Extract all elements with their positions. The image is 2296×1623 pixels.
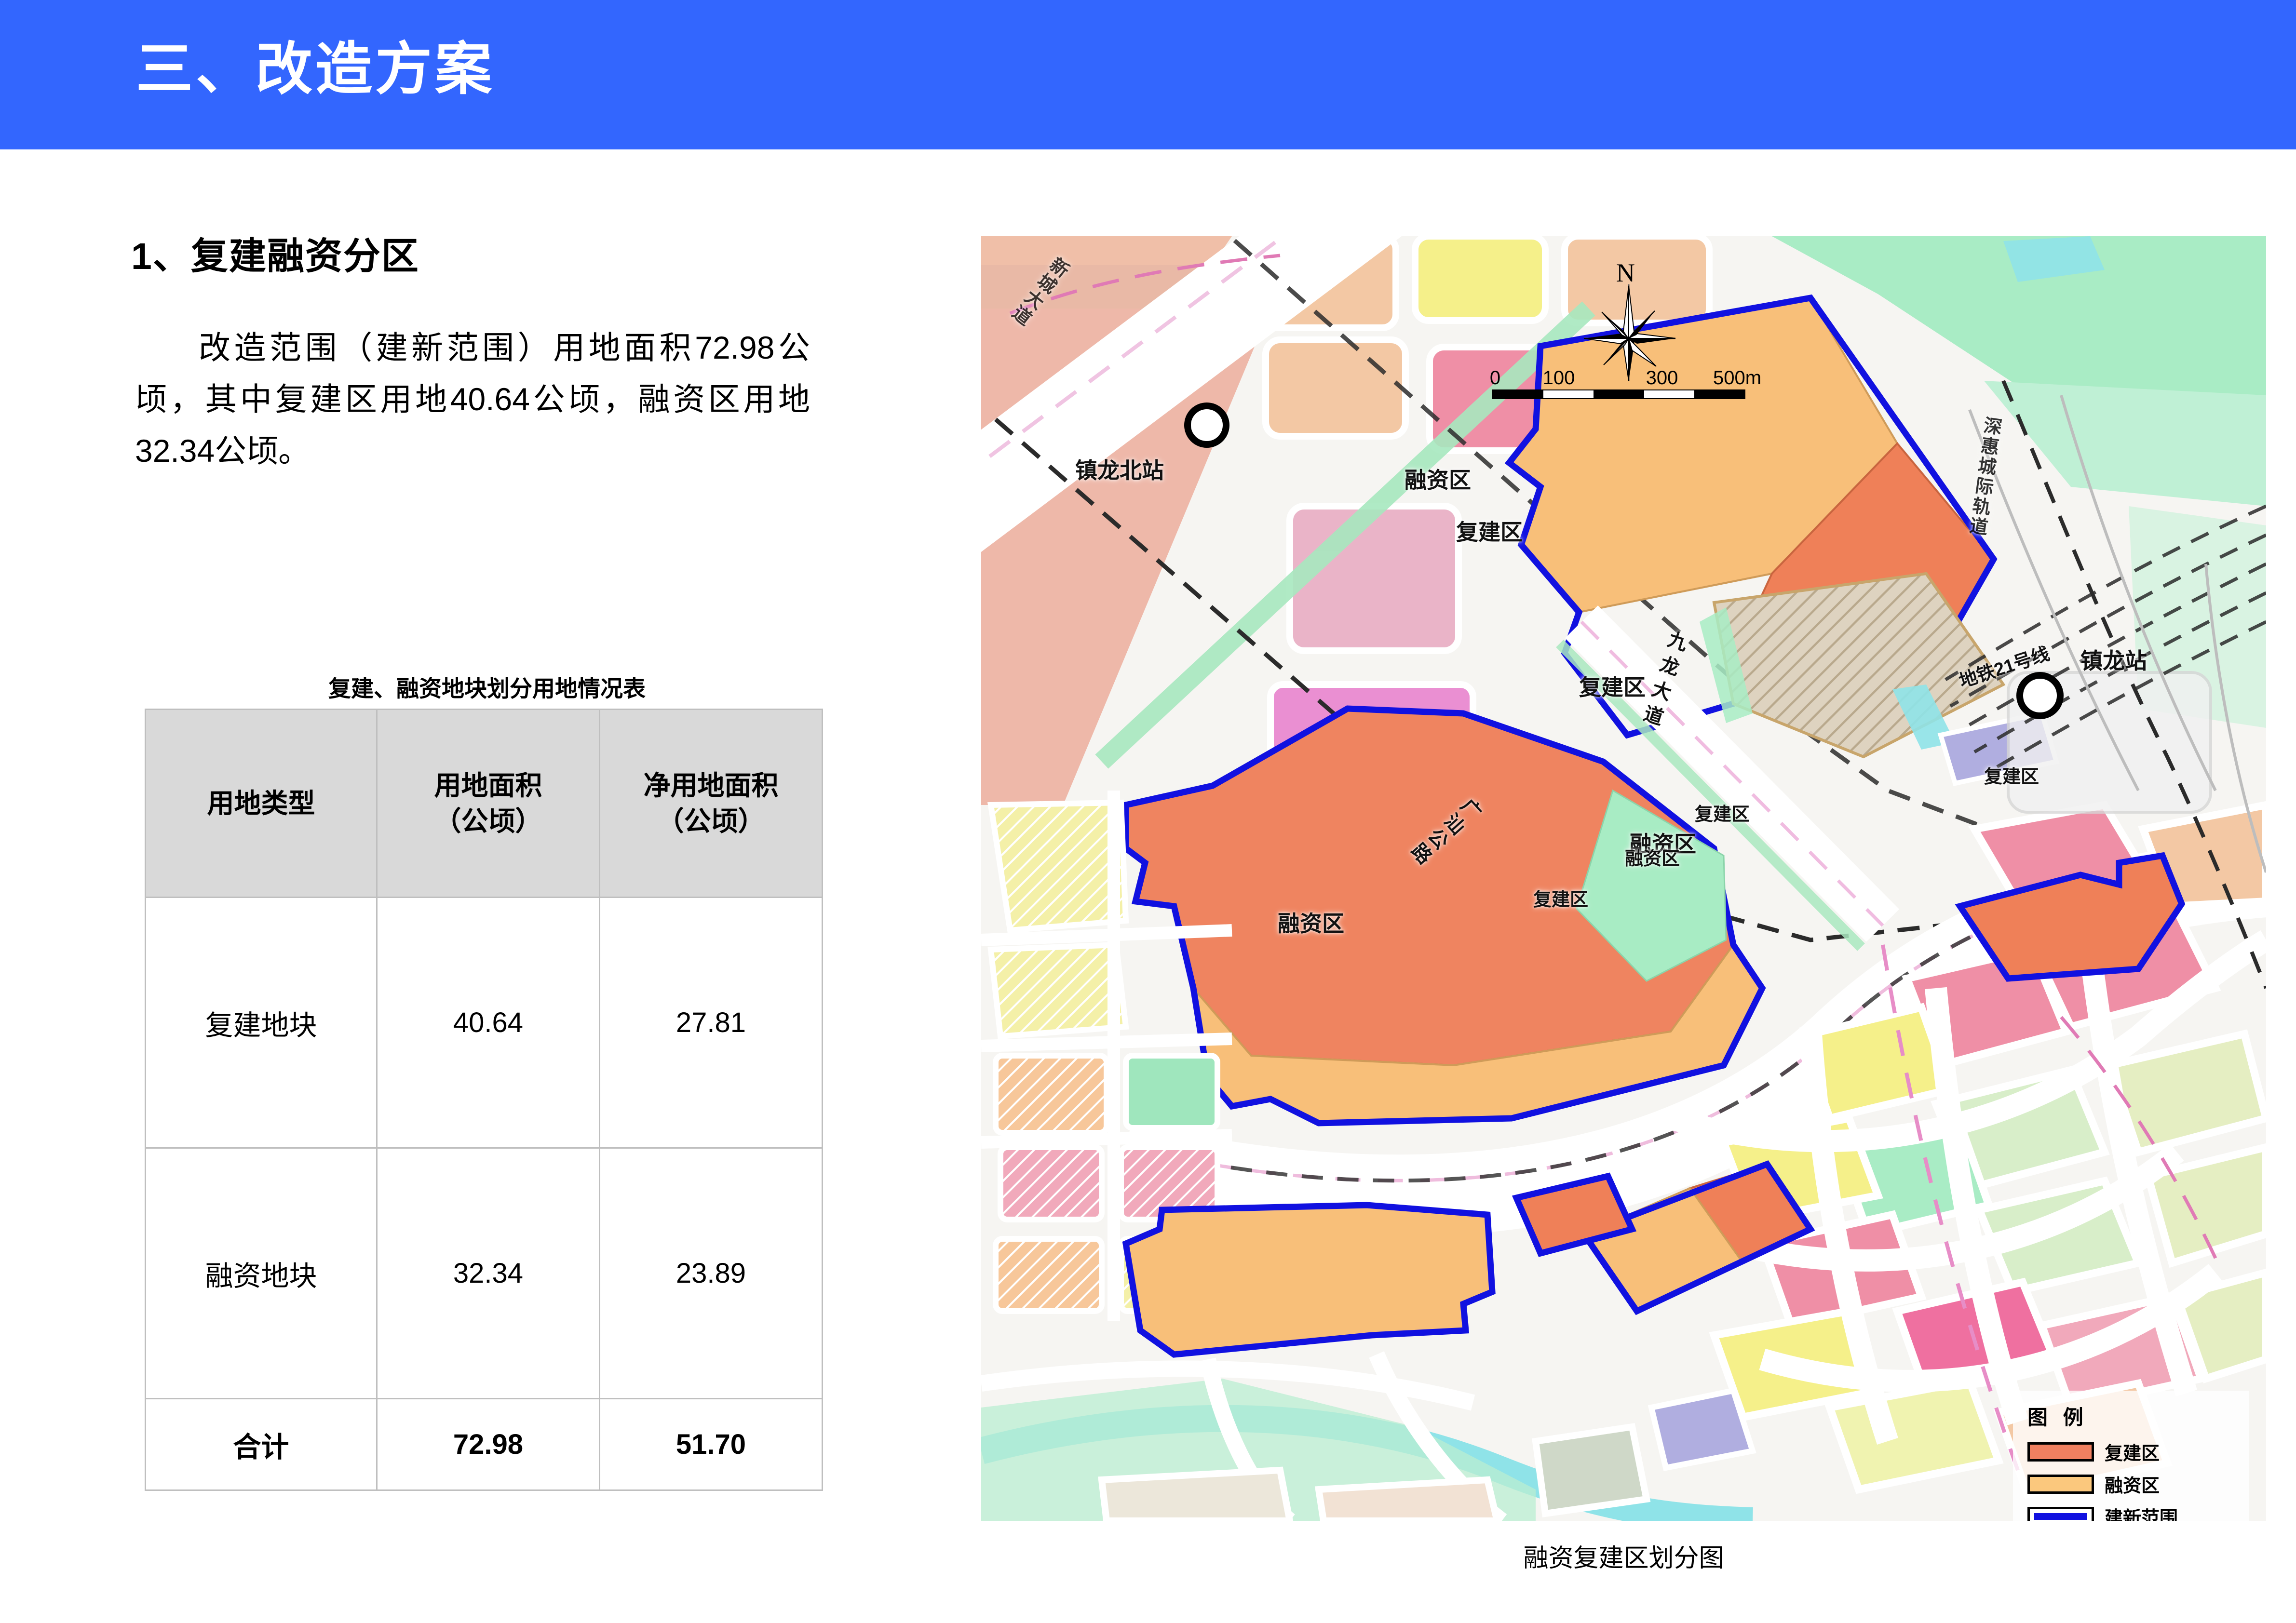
zoning-map[interactable]: 融资区 复建区 复建区 融资区 复建区 融资区 复建区 融资区 复建区 镇龙北站… xyxy=(981,236,2266,1521)
table-total-row: 合计 72.98 51.70 xyxy=(145,1398,823,1491)
table-row: 融资地块 32.34 23.89 xyxy=(145,1147,823,1399)
land-allocation-table: 用地类型 用地面积 （公顷） 净用地面积 （公顷） 复建地块 40.64 27.… xyxy=(145,709,823,1491)
legend-title: 图 例 xyxy=(2027,1406,2088,1429)
scale-tick: 300 xyxy=(1646,367,1678,389)
scale-tick: 0 xyxy=(1489,367,1501,389)
column-header-line: 用地类型 xyxy=(207,788,315,818)
legend-label: 建新范围 xyxy=(2105,1508,2178,1521)
column-header-line: （公顷） xyxy=(434,805,542,836)
column-header-area: 用地面积 （公顷） xyxy=(376,709,600,898)
scale-tick: 100 xyxy=(1542,367,1575,389)
table-caption: 复建、融资地块划分用地情况表 xyxy=(328,676,646,701)
legend-item-jianxin: 建新范围 xyxy=(2027,1503,2249,1521)
column-header-net-area: 净用地面积 （公顷） xyxy=(599,709,823,898)
legend-label: 复建区 xyxy=(2105,1444,2160,1464)
slide-page: 三、改造方案 1、复建融资分区 改造范围（建新范围）用地面积72.98公顷，其中… xyxy=(0,0,2296,1623)
header-bar: 三、改造方案 xyxy=(0,0,2296,149)
station-marker-zhenlong-north xyxy=(1184,402,1229,448)
scale-bar: 0 100 300 500m xyxy=(1489,367,1761,399)
legend-item-fujian: 复建区 xyxy=(2027,1438,2249,1465)
section-heading: 1、复建融资分区 xyxy=(131,236,419,277)
cell-area: 32.34 xyxy=(376,1147,600,1399)
cell-area: 40.64 xyxy=(376,897,600,1149)
legend-swatch-fujian xyxy=(2027,1442,2094,1462)
body-paragraph: 改造范围（建新范围）用地面积72.98公顷，其中复建区用地40.64公顷，融资区… xyxy=(135,330,810,469)
cell-land-type: 复建地块 xyxy=(145,897,378,1149)
page-title: 三、改造方案 xyxy=(136,38,495,101)
cell-total-area: 72.98 xyxy=(376,1398,600,1491)
north-letter: N xyxy=(1616,258,1635,287)
column-header-line: （公顷） xyxy=(657,805,765,836)
map-legend: 图 例 复建区 融资区 建新范围 xyxy=(2013,1391,2249,1521)
column-header-line: 净用地面积 xyxy=(643,770,779,801)
map-caption: 融资复建区划分图 xyxy=(1523,1544,1724,1572)
table-header-row: 用地类型 用地面积 （公顷） 净用地面积 （公顷） xyxy=(145,709,823,898)
legend-item-rongzi: 融资区 xyxy=(2027,1471,2249,1497)
column-header-line: 用地面积 xyxy=(434,770,542,801)
legend-swatch-rongzi xyxy=(2027,1474,2094,1494)
scale-bar-graphic xyxy=(1492,389,1745,399)
cell-total-net-area: 51.70 xyxy=(599,1398,823,1491)
scale-tick: 500m xyxy=(1713,367,1762,389)
cell-total-label: 合计 xyxy=(145,1398,378,1491)
column-header-land-type: 用地类型 xyxy=(145,709,378,898)
cell-net-area: 27.81 xyxy=(599,897,823,1149)
legend-swatch-jianxin xyxy=(2027,1506,2094,1521)
table-row: 复建地块 40.64 27.81 xyxy=(145,897,823,1149)
map-graphic xyxy=(981,236,2266,1521)
cell-net-area: 23.89 xyxy=(599,1147,823,1399)
legend-label: 融资区 xyxy=(2105,1476,2160,1496)
scale-tick-labels: 0 100 300 500m xyxy=(1489,367,1761,389)
station-marker-zhenlong xyxy=(2016,672,2064,719)
cell-land-type: 融资地块 xyxy=(145,1147,378,1399)
